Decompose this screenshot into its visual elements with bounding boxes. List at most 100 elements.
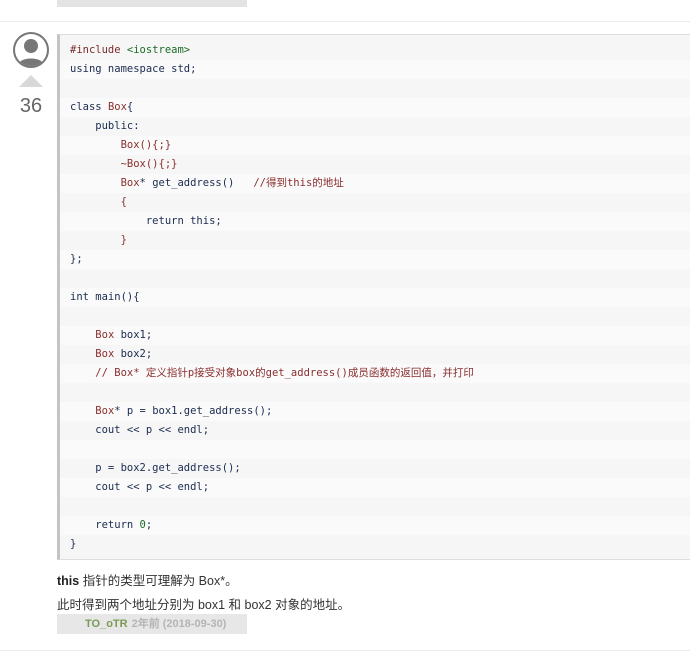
code-line: return 0; bbox=[60, 516, 690, 535]
code-line-text: return this; bbox=[60, 215, 222, 227]
code-token: using namespace std; bbox=[70, 63, 197, 75]
answer-description-text: 指针的类型可理解为 Box*。 bbox=[79, 574, 238, 588]
code-token: public: bbox=[70, 120, 140, 132]
code-line bbox=[60, 440, 690, 459]
code-line: Box box1; bbox=[60, 326, 690, 345]
code-line: { bbox=[60, 193, 690, 212]
code-line-text: Box* p = box1.get_address(); bbox=[60, 405, 272, 417]
code-line-text: public: bbox=[60, 120, 140, 132]
code-line: Box* p = box1.get_address(); bbox=[60, 402, 690, 421]
code-line-text: }; bbox=[60, 253, 83, 265]
code-line: // Box* 定义指针p接受对象box的get_address()成员函数的返… bbox=[60, 364, 690, 383]
code-line: int main(){ bbox=[60, 288, 690, 307]
code-line bbox=[60, 383, 690, 402]
code-token: Box bbox=[107, 101, 127, 113]
code-line: }; bbox=[60, 250, 690, 269]
code-token: * p = box1.get_address(); bbox=[114, 405, 273, 417]
code-token: box1; bbox=[114, 329, 153, 341]
code-line-text: Box box2; bbox=[60, 348, 152, 360]
code-line-text: Box box1; bbox=[60, 329, 152, 341]
avatar[interactable] bbox=[13, 32, 49, 68]
code-line-text: #include <iostream> bbox=[60, 44, 190, 56]
author-link[interactable]: TO_oTR bbox=[85, 618, 128, 630]
code-token: return bbox=[70, 519, 140, 531]
code-line: using namespace std; bbox=[60, 60, 690, 79]
answer-divider-top bbox=[0, 21, 690, 22]
code-line: return this; bbox=[60, 212, 690, 231]
code-token: class bbox=[70, 101, 108, 113]
code-line-text: // Box* 定义指针p接受对象box的get_address()成员函数的返… bbox=[60, 367, 474, 379]
code-line: Box(){;} bbox=[60, 136, 690, 155]
code-line bbox=[60, 79, 690, 98]
code-token: Box bbox=[95, 405, 115, 417]
code-token: p = box2.get_address(); bbox=[70, 462, 241, 474]
code-token: ~Box(){;} bbox=[120, 158, 178, 170]
code-token: }; bbox=[70, 253, 83, 265]
code-token: cout << p << endl; bbox=[70, 424, 210, 436]
code-line-text: ~Box(){;} bbox=[60, 158, 178, 170]
code-line bbox=[60, 307, 690, 326]
code-token: return this; bbox=[70, 215, 222, 227]
code-line: public: bbox=[60, 117, 690, 136]
vote-count: 36 bbox=[19, 95, 43, 117]
code-token: box2; bbox=[114, 348, 153, 360]
code-token: Box bbox=[95, 329, 115, 341]
post-time: 2年前 (2018-09-30) bbox=[131, 618, 227, 630]
code-line-text: int main(){ bbox=[60, 291, 140, 303]
code-line bbox=[60, 497, 690, 516]
code-line: p = box2.get_address(); bbox=[60, 459, 690, 478]
code-line-text: p = box2.get_address(); bbox=[60, 462, 241, 474]
code-line bbox=[60, 269, 690, 288]
code-line-text: cout << p << endl; bbox=[60, 424, 209, 436]
code-line: } bbox=[60, 535, 690, 554]
answer-divider-bottom bbox=[0, 650, 690, 651]
code-line: Box* get_address() //得到this的地址 bbox=[60, 174, 690, 193]
code-token: //得到this的地址 bbox=[253, 177, 344, 189]
code-token: cout << p << endl; bbox=[70, 481, 210, 493]
user-avatar-icon bbox=[15, 34, 47, 66]
code-line-text: cout << p << endl; bbox=[60, 481, 209, 493]
code-token: ; bbox=[145, 519, 153, 531]
code-line: class Box{ bbox=[60, 98, 690, 117]
code-line-text: { bbox=[60, 196, 127, 208]
code-line-text: return 0; bbox=[60, 519, 152, 531]
code-token: } bbox=[70, 234, 127, 246]
code-line: Box box2; bbox=[60, 345, 690, 364]
code-line-text: Box(){;} bbox=[60, 139, 172, 151]
code-token: } bbox=[70, 538, 77, 550]
code-line: cout << p << endl; bbox=[60, 421, 690, 440]
code-line: cout << p << endl; bbox=[60, 478, 690, 497]
code-token: Box bbox=[95, 348, 115, 360]
answer-description-line-2: 此时得到两个地址分别为 box1 和 box2 对象的地址。 bbox=[57, 598, 351, 612]
upvote-arrow-icon[interactable] bbox=[19, 75, 43, 87]
code-line-text: } bbox=[60, 538, 76, 550]
code-line: } bbox=[60, 231, 690, 250]
answer-meta-bar: TO_oTR 2年前 (2018-09-30) bbox=[57, 614, 247, 634]
code-block: #include <iostream> using namespace std; c… bbox=[57, 34, 690, 560]
vote-column: 36 bbox=[10, 32, 52, 118]
code-token: Box bbox=[120, 177, 140, 189]
code-line-text: class Box{ bbox=[60, 101, 133, 113]
code-token: { bbox=[126, 101, 134, 113]
code-line: ~Box(){;} bbox=[60, 155, 690, 174]
answer-description-keyword: this bbox=[57, 574, 80, 588]
code-line: #include <iostream> bbox=[60, 41, 690, 60]
code-token: <iostream> bbox=[126, 44, 191, 56]
code-token: #include bbox=[70, 44, 127, 56]
code-line-text: using namespace std; bbox=[60, 63, 196, 75]
code-line-text: } bbox=[60, 234, 127, 246]
code-token: int main(){ bbox=[70, 291, 140, 303]
answer-description-line-1: this 指针的类型可理解为 Box*。 bbox=[57, 570, 238, 589]
code-token: // Box* 定义指针p接受对象box的get_address()成员函数的返… bbox=[70, 367, 474, 379]
